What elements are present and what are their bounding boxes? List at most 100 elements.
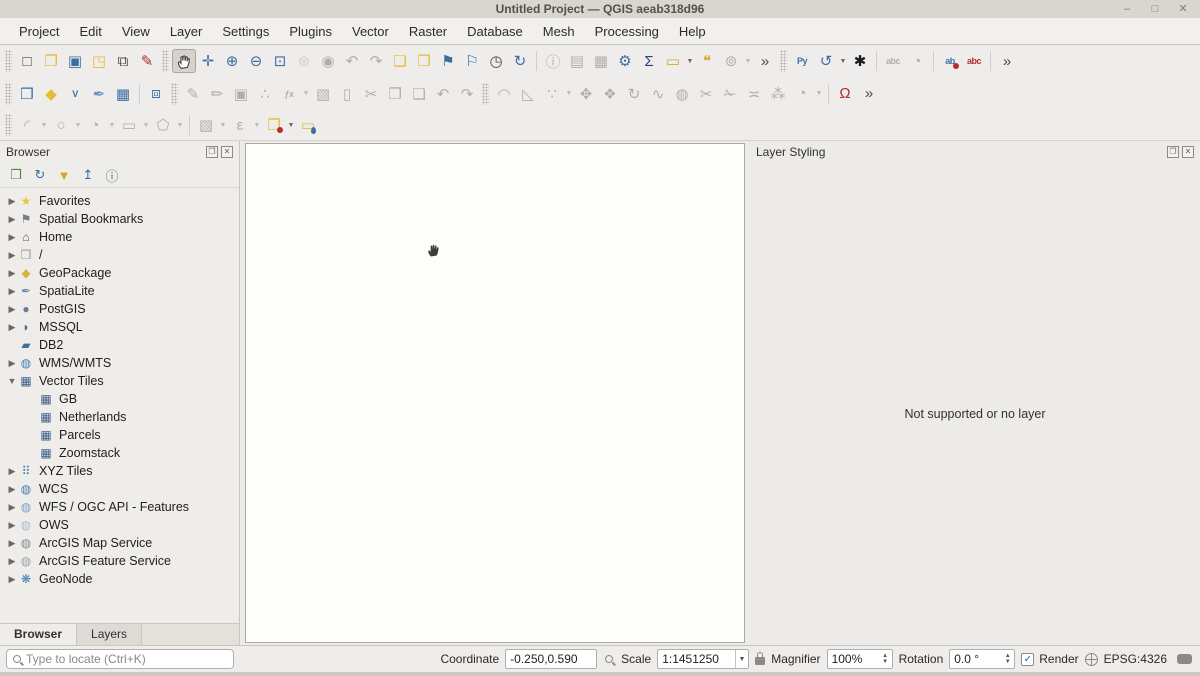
tree-item-vector-tile-netherlands[interactable]: ▦Netherlands: [0, 408, 239, 426]
expand-arrow-icon[interactable]: ▶: [6, 502, 18, 513]
rotate-feature-icon[interactable]: ↻: [622, 82, 646, 106]
menu-mesh[interactable]: Mesh: [534, 20, 584, 43]
new-project-icon[interactable]: □: [15, 49, 39, 73]
expand-arrow-icon[interactable]: ▶: [6, 322, 18, 333]
delete-selected-icon[interactable]: ▯: [335, 82, 359, 106]
toolbar-drag-handle[interactable]: [5, 114, 12, 136]
stream-digitize-icon[interactable]: ◺: [516, 82, 540, 106]
magnifier-input[interactable]: [828, 652, 879, 666]
toolbar-overflow-2-icon[interactable]: »: [995, 49, 1019, 73]
new-map-view-icon[interactable]: ❏: [388, 49, 412, 73]
show-spatial-bookmarks-icon[interactable]: ⚐: [460, 49, 484, 73]
data-source-manager-icon[interactable]: ❒: [15, 82, 39, 106]
locator-search-icon[interactable]: ⊚: [719, 49, 743, 73]
tree-item-favorites[interactable]: ▶★Favorites: [0, 192, 239, 210]
magnifier-spinner-icon[interactable]: ▲▼: [879, 650, 892, 668]
messages-icon[interactable]: [1177, 654, 1192, 664]
save-project-icon[interactable]: ▣: [63, 49, 87, 73]
extent-toggle-icon[interactable]: [605, 655, 613, 663]
select-features-icon[interactable]: ▧: [194, 113, 218, 137]
expand-arrow-icon[interactable]: ▶: [6, 268, 18, 279]
tree-item-home[interactable]: ▶⌂Home: [0, 228, 239, 246]
rotation-input[interactable]: [950, 652, 1001, 666]
advanced-digitize-icon-dropdown[interactable]: ▼: [301, 82, 311, 106]
menu-vector[interactable]: Vector: [343, 20, 398, 43]
vertex-tool-icon-dropdown[interactable]: ▼: [564, 82, 574, 106]
menu-view[interactable]: View: [113, 20, 159, 43]
browser-close-icon[interactable]: ✕: [221, 146, 233, 158]
undo-icon[interactable]: ↶: [431, 82, 455, 106]
properties-info-icon[interactable]: ⓘ: [102, 165, 122, 185]
render-checkbox[interactable]: ✓: [1021, 653, 1034, 666]
cut-features-icon[interactable]: ✂: [359, 82, 383, 106]
temporal-controller-icon[interactable]: ◷: [484, 49, 508, 73]
sum-features-icon[interactable]: Σ: [637, 49, 661, 73]
scale-dropdown-icon[interactable]: ▼: [735, 650, 749, 668]
menu-processing[interactable]: Processing: [586, 20, 668, 43]
shape-ellipse-icon-dropdown[interactable]: ▼: [107, 113, 117, 137]
tree-item-postgis[interactable]: ▶●PostGIS: [0, 300, 239, 318]
zoom-next-icon[interactable]: ↷: [364, 49, 388, 73]
copy-move-feature-icon[interactable]: ❖: [598, 82, 622, 106]
rotation-spinner-icon[interactable]: ▲▼: [1001, 650, 1014, 668]
snapping-icon[interactable]: Ω: [833, 82, 857, 106]
collapse-all-icon[interactable]: ↥: [78, 165, 98, 185]
menu-layer[interactable]: Layer: [161, 20, 212, 43]
expand-arrow-icon[interactable]: ▼: [6, 376, 18, 386]
close-icon[interactable]: ✕: [1176, 1, 1190, 17]
shape-circular-string-icon-dropdown[interactable]: ▼: [39, 113, 49, 137]
lock-scale-icon[interactable]: [755, 657, 765, 665]
deselect-all-icon-dropdown[interactable]: ▼: [286, 113, 296, 137]
tree-item-vector-tile-parcels[interactable]: ▦Parcels: [0, 426, 239, 444]
current-edits-icon[interactable]: ✎: [181, 82, 205, 106]
reshape-features-icon[interactable]: ⁂: [766, 82, 790, 106]
add-ring-icon[interactable]: ◍: [670, 82, 694, 106]
crs-status[interactable]: EPSG:4326: [1104, 652, 1167, 666]
show-layout-manager-icon[interactable]: ⧉: [111, 49, 135, 73]
tree-item-wfs-ogc-api[interactable]: ▶◍WFS / OGC API - Features: [0, 498, 239, 516]
zoom-full-icon[interactable]: ⊡: [268, 49, 292, 73]
expand-arrow-icon[interactable]: ▶: [6, 232, 18, 243]
menu-settings[interactable]: Settings: [213, 20, 278, 43]
expand-arrow-icon[interactable]: ▶: [6, 250, 18, 261]
pin-labels-icon[interactable]: ab: [938, 49, 962, 73]
measure-icon[interactable]: ▭: [661, 49, 685, 73]
tree-item-db2[interactable]: ▰DB2: [0, 336, 239, 354]
menu-help[interactable]: Help: [670, 20, 715, 43]
save-edits-icon[interactable]: ▣: [229, 82, 253, 106]
zoom-out-icon[interactable]: ⊖: [244, 49, 268, 73]
tree-item-wcs[interactable]: ▶◍WCS: [0, 480, 239, 498]
new-geopackage-icon[interactable]: ◆: [39, 82, 63, 106]
zoom-in-icon[interactable]: ⊕: [220, 49, 244, 73]
styling-float-icon[interactable]: ❐: [1167, 146, 1179, 158]
expand-arrow-icon[interactable]: ▶: [6, 358, 18, 369]
select-features-icon-dropdown[interactable]: ▼: [218, 113, 228, 137]
python-console-icon[interactable]: Py: [790, 49, 814, 73]
paste-features-icon[interactable]: ❏: [407, 82, 431, 106]
shape-regular-polygon-icon-dropdown[interactable]: ▼: [175, 113, 185, 137]
new-shapefile-icon[interactable]: V: [63, 82, 87, 106]
maximize-icon[interactable]: □: [1148, 1, 1162, 17]
toolbar-drag-handle[interactable]: [171, 83, 178, 105]
zoom-native-icon[interactable]: ◉: [316, 49, 340, 73]
reload-plugin-icon-dropdown[interactable]: ▼: [838, 49, 848, 73]
expand-arrow-icon[interactable]: ▶: [6, 214, 18, 225]
tree-item-geonode[interactable]: ▶❋GeoNode: [0, 570, 239, 588]
new-memory-layer-icon[interactable]: ⧈: [144, 82, 168, 106]
toolbar-drag-handle[interactable]: [780, 50, 787, 72]
vertex-tool-icon[interactable]: ∵: [540, 82, 564, 106]
expand-arrow-icon[interactable]: ▶: [6, 484, 18, 495]
select-by-expression-icon-dropdown[interactable]: ▼: [252, 113, 262, 137]
map-canvas[interactable]: [245, 143, 745, 643]
toolbar-overflow-3-icon[interactable]: »: [857, 82, 881, 106]
expand-arrow-icon[interactable]: ▶: [6, 520, 18, 531]
tree-item-vector-tile-gb[interactable]: ▦GB: [0, 390, 239, 408]
digitize-icon[interactable]: ∴: [253, 82, 277, 106]
offset-curve-icon[interactable]: ◔: [790, 82, 814, 106]
tree-item-spatialite[interactable]: ▶✒SpatiaLite: [0, 282, 239, 300]
tab-layers[interactable]: Layers: [77, 624, 142, 645]
menu-plugins[interactable]: Plugins: [280, 20, 341, 43]
expand-arrow-icon[interactable]: ▶: [6, 466, 18, 477]
scale-input[interactable]: [658, 652, 734, 666]
redo-icon[interactable]: ↷: [455, 82, 479, 106]
